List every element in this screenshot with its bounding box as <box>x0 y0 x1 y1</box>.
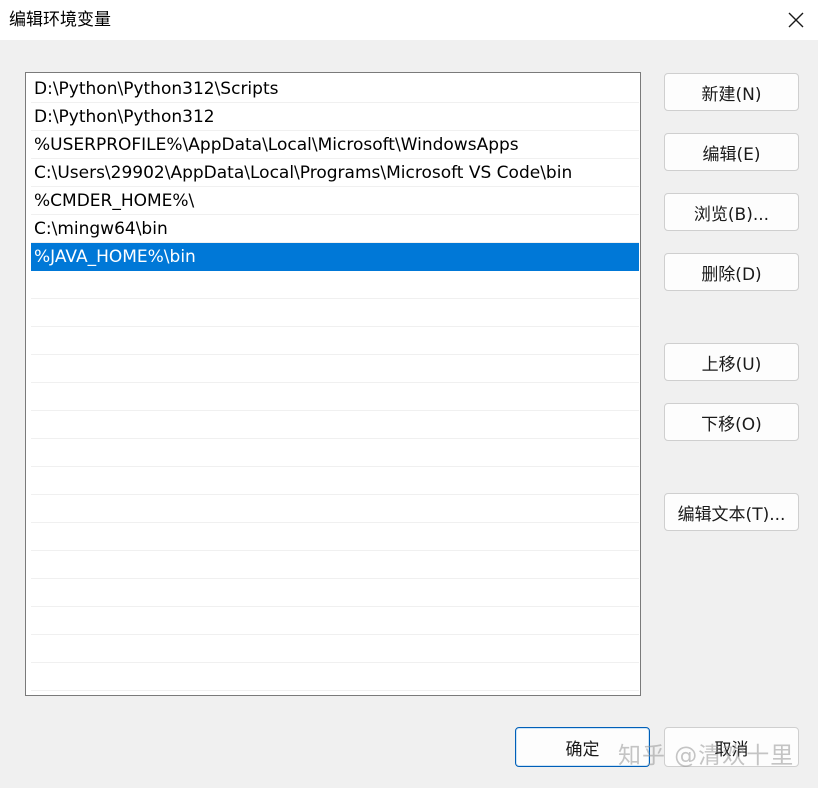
list-item[interactable] <box>31 523 639 551</box>
list-item-text <box>31 443 34 463</box>
list-item[interactable] <box>31 355 639 383</box>
new-button[interactable]: 新建(N) <box>664 73 799 111</box>
list-item[interactable]: C:\Users\29902\AppData\Local\Programs\Mi… <box>31 159 639 187</box>
cancel-button[interactable]: 取消 <box>664 727 799 767</box>
list-item[interactable]: D:\Python\Python312 <box>31 103 639 131</box>
title-bar: 编辑环境变量 <box>0 0 818 40</box>
move-up-button[interactable]: 上移(U) <box>664 343 799 381</box>
list-item[interactable] <box>31 663 639 691</box>
list-item-text <box>31 667 34 687</box>
window-title: 编辑环境变量 <box>9 10 111 30</box>
list-item-text <box>31 583 34 603</box>
list-item[interactable]: %USERPROFILE%\AppData\Local\Microsoft\Wi… <box>31 131 639 159</box>
list-item-text <box>31 471 34 491</box>
list-item[interactable] <box>31 383 639 411</box>
list-item[interactable] <box>31 635 639 663</box>
list-item-text: C:\mingw64\bin <box>34 219 168 239</box>
list-item-text: C:\Users\29902\AppData\Local\Programs\Mi… <box>34 163 573 183</box>
list-item[interactable] <box>31 495 639 523</box>
path-list[interactable]: D:\Python\Python312\Scripts D:\Python\Pyt… <box>25 72 641 696</box>
list-item-text: D:\Python\Python312\Scripts <box>34 79 279 99</box>
list-item[interactable]: C:\mingw64\bin <box>31 215 639 243</box>
list-item-text <box>31 611 34 631</box>
list-item-text <box>31 527 34 547</box>
close-icon <box>788 12 804 28</box>
list-item-text <box>31 387 34 407</box>
ok-button[interactable]: 确定 <box>515 727 650 767</box>
list-item[interactable]: D:\Python\Python312\Scripts <box>31 75 639 103</box>
edit-button[interactable]: 编辑(E) <box>664 133 799 171</box>
delete-button[interactable]: 删除(D) <box>664 253 799 291</box>
list-item[interactable] <box>31 579 639 607</box>
list-item-text: %USERPROFILE%\AppData\Local\Microsoft\Wi… <box>34 135 519 155</box>
list-item[interactable] <box>31 299 639 327</box>
list-item-text: %JAVA_HOME%\bin <box>34 247 196 267</box>
list-item[interactable] <box>31 411 639 439</box>
list-item[interactable]: %CMDER_HOME%\ <box>31 187 639 215</box>
list-item-text <box>31 415 34 435</box>
edit-text-button[interactable]: 编辑文本(T)... <box>664 493 799 531</box>
browse-button[interactable]: 浏览(B)... <box>664 193 799 231</box>
list-item-text <box>31 331 34 351</box>
list-item[interactable] <box>31 439 639 467</box>
list-item-text <box>31 275 34 295</box>
list-item[interactable] <box>31 467 639 495</box>
list-item[interactable] <box>31 607 639 635</box>
move-down-button[interactable]: 下移(O) <box>664 403 799 441</box>
list-item[interactable] <box>31 327 639 355</box>
list-item-text <box>31 303 34 323</box>
list-item-text: D:\Python\Python312 <box>34 107 215 127</box>
list-item-selected[interactable]: %JAVA_HOME%\bin <box>31 243 639 271</box>
list-item[interactable] <box>31 551 639 579</box>
list-item-text <box>31 639 34 659</box>
list-item-text <box>31 359 34 379</box>
close-button[interactable] <box>774 0 818 40</box>
list-item-text <box>31 555 34 575</box>
list-item[interactable] <box>31 271 639 299</box>
list-item-text <box>31 499 34 519</box>
list-item-text: %CMDER_HOME%\ <box>34 191 195 211</box>
edit-env-var-dialog: 编辑环境变量 D:\Python\Python312\Scripts D:\Pyt… <box>0 0 818 788</box>
